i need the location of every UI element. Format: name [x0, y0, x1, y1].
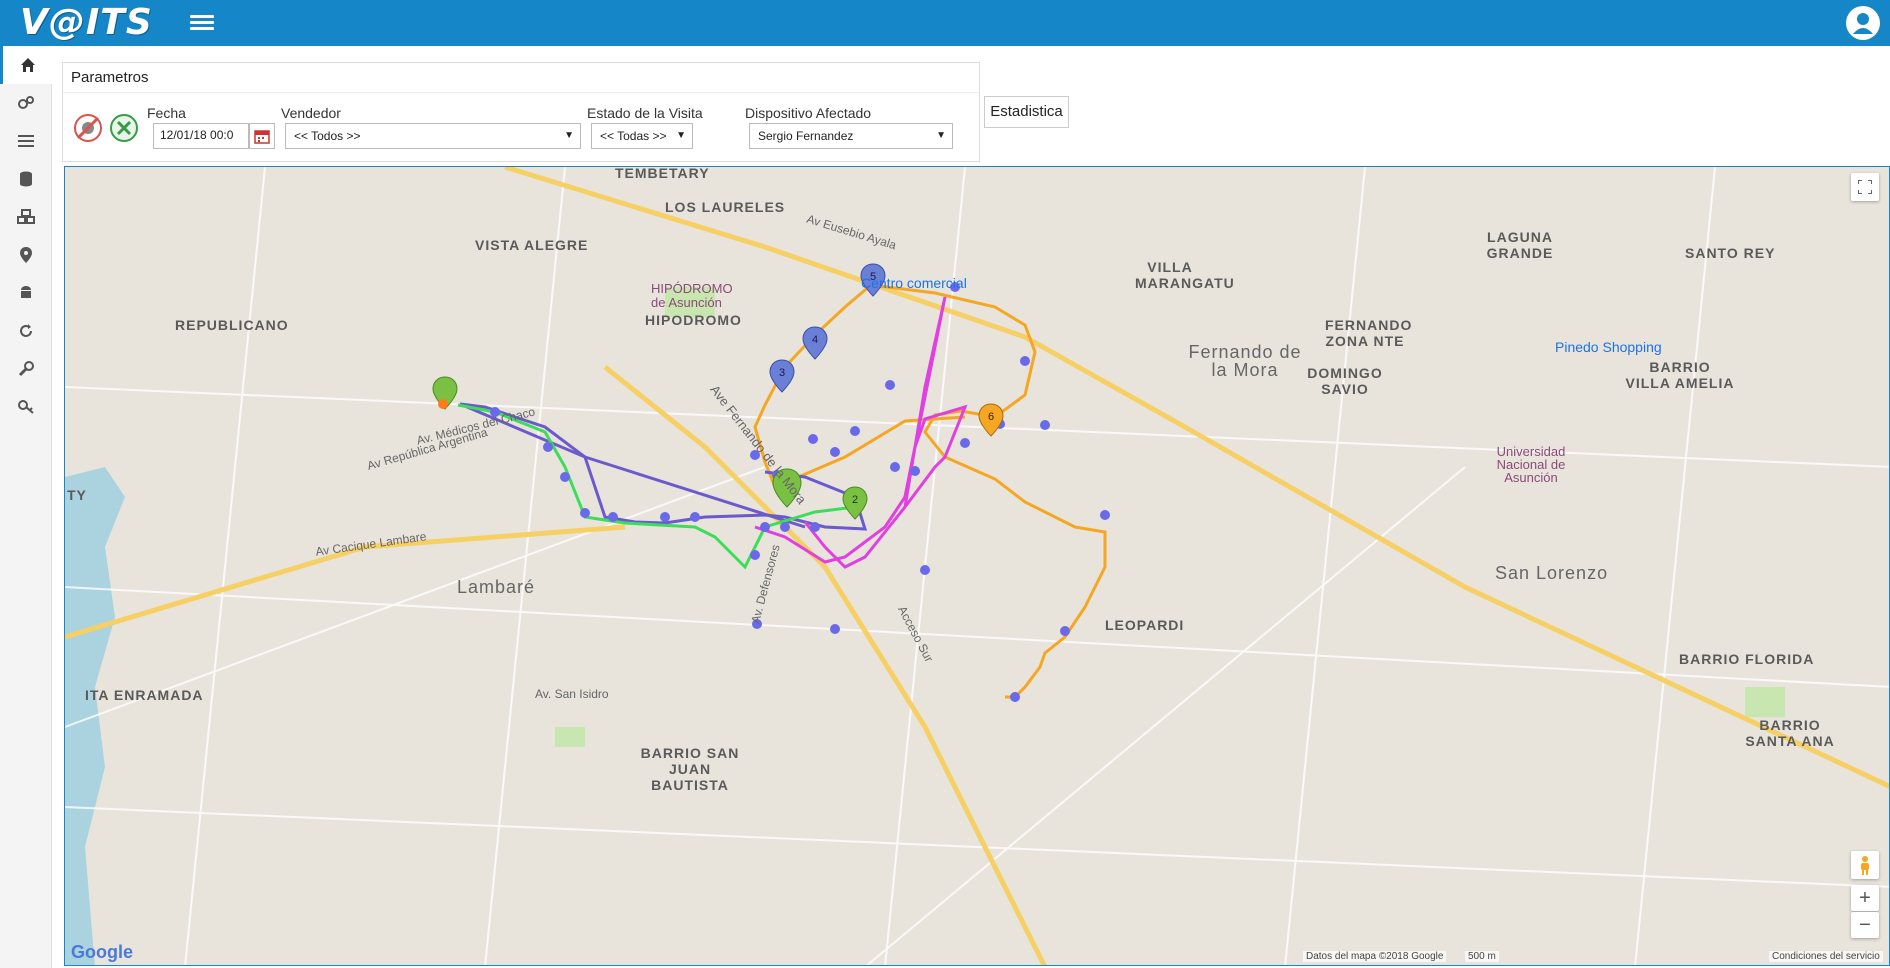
- map-marker-icon: [20, 247, 32, 263]
- panel-title: Parametros: [63, 63, 979, 93]
- caret-down-icon: ▼: [936, 130, 946, 141]
- key-icon: [18, 400, 34, 414]
- top-bar: V@ITS: [0, 0, 1890, 46]
- marker-3-label: 3: [779, 367, 785, 379]
- fullscreen-button[interactable]: [1851, 173, 1879, 201]
- sidebar-item-sync[interactable]: [0, 312, 52, 350]
- map-label-fernando-de-la-mora: Fernando de la Mora: [1188, 342, 1302, 380]
- excel-icon: [110, 114, 138, 142]
- sidebar-item-location[interactable]: [0, 236, 52, 274]
- dispositivo-value: Sergio Fernandez: [758, 129, 854, 143]
- map-label-vista-alegre: VISTA ALEGRE: [475, 237, 589, 253]
- app-logo[interactable]: V@ITS: [20, 0, 153, 46]
- map-label-barrio-florida: BARRIO FLORIDA: [1679, 651, 1815, 667]
- list-icon: [18, 135, 34, 147]
- dispositivo-label: Dispositivo Afectado: [745, 105, 872, 121]
- parameters-panel: Parametros Fecha 12/01/18 00:0 Vendedor …: [62, 62, 980, 162]
- fecha-label: Fecha: [147, 105, 186, 121]
- map-label-los-laureles: LOS LAURELES: [665, 199, 786, 215]
- marker-4-label: 4: [812, 334, 818, 346]
- estado-select[interactable]: << Todas >> ▼: [591, 123, 693, 149]
- calendar-button[interactable]: [249, 123, 275, 149]
- statistics-button[interactable]: Estadistica: [984, 96, 1069, 128]
- map-label-centro-comercial: Centro comercial: [861, 275, 967, 291]
- map-label-santo-rey: SANTO REY: [1685, 245, 1776, 261]
- map-label-hipodromo: HIPODROMO: [645, 312, 742, 328]
- android-icon: [21, 286, 31, 298]
- sidebar-item-home[interactable]: [0, 46, 52, 84]
- map-label-ty: TY: [67, 487, 87, 503]
- sidebar-item-android[interactable]: [0, 274, 52, 312]
- map-label-san-lorenzo: San Lorenzo: [1495, 563, 1609, 583]
- map-label-av-san-isidro: Av. San Isidro: [535, 687, 609, 701]
- sidebar: [0, 46, 52, 968]
- map-label-domingo-savio: DOMINGO SAVIO: [1307, 365, 1383, 397]
- excel-export-button[interactable]: [109, 113, 139, 143]
- zoom-out-button[interactable]: −: [1851, 912, 1879, 938]
- map-label-villa-marangatu: VILLA MARANGATU: [1135, 259, 1235, 291]
- vendedor-value: << Todos >>: [294, 129, 361, 143]
- marker-6-label: 6: [988, 411, 994, 423]
- estado-value: << Todas >>: [600, 129, 667, 143]
- zoom-in-button[interactable]: +: [1851, 885, 1879, 911]
- fullscreen-icon: [1858, 180, 1872, 194]
- sidebar-item-list[interactable]: [0, 122, 52, 160]
- menu-toggle-icon[interactable]: [190, 12, 214, 34]
- map-label-laguna-grande: LAGUNA GRANDE: [1486, 229, 1554, 261]
- estado-label: Estado de la Visita: [587, 105, 703, 121]
- fecha-input[interactable]: 12/01/18 00:0: [153, 123, 249, 149]
- pegman-icon: [1861, 856, 1869, 875]
- map-label-republicano: REPUBLICANO: [175, 317, 289, 333]
- filter-clear-button[interactable]: [73, 113, 103, 143]
- map-label-barrio-san-juan: BARRIO SAN JUAN BAUTISTA: [640, 745, 740, 793]
- home-icon: [20, 58, 35, 72]
- marker-2-label: 2: [852, 494, 858, 506]
- vendedor-label: Vendedor: [281, 105, 341, 121]
- street-view-pegman[interactable]: [1851, 851, 1879, 879]
- user-icon[interactable]: [1846, 6, 1880, 40]
- sidebar-item-tools[interactable]: [0, 350, 52, 388]
- map-label-fernando-zona-nte: FERNANDO ZONA NTE: [1325, 317, 1413, 349]
- map-label-ita-enramada: ITA ENRAMADA: [85, 687, 204, 703]
- calendar-icon: [254, 130, 270, 144]
- map-label-barrio-santa-ana: BARRIO SANTA ANA: [1745, 717, 1835, 749]
- dispositivo-select[interactable]: Sergio Fernandez ▼: [749, 123, 953, 149]
- map-label-leopardi: LEOPARDI: [1105, 617, 1185, 633]
- sidebar-item-database[interactable]: [0, 160, 52, 198]
- sidebar-item-cubes[interactable]: [0, 198, 52, 236]
- map-label-tembetary: TEMBETARY: [615, 166, 710, 181]
- google-logo: Google: [71, 942, 133, 962]
- map-view[interactable]: 5 4 3 6 2 TEMBETARY LOS LAURELES VISTA A…: [64, 166, 1890, 966]
- map-label-hipodromo-poi: HIPÓDROMO de Asunción: [651, 281, 733, 310]
- gears-icon: [18, 96, 34, 109]
- map-terms-link[interactable]: Condiciones del servicio: [1769, 951, 1883, 962]
- map-label-barrio-villa-amelia: BARRIO VILLA AMELIA: [1625, 359, 1735, 391]
- map-scale[interactable]: 500 m: [1465, 951, 1499, 962]
- database-icon: [20, 171, 32, 187]
- map-label-pinedo-shopping: Pinedo Shopping: [1555, 339, 1662, 355]
- refresh-icon: [20, 324, 32, 337]
- map-label-universidad: Universidad Nacional de Asunción: [1496, 444, 1566, 485]
- caret-down-icon: ▼: [564, 130, 574, 141]
- sidebar-item-settings[interactable]: [0, 84, 52, 122]
- map-data-credit[interactable]: Datos del mapa ©2018 Google: [1303, 951, 1447, 962]
- map-canvas: 5 4 3 6 2: [65, 167, 1889, 965]
- sidebar-item-keys[interactable]: [0, 388, 52, 426]
- map-label-lambare: Lambaré: [457, 577, 536, 597]
- caret-down-icon: ▼: [676, 130, 686, 141]
- no-filter-icon: [74, 114, 102, 142]
- wrench-icon: [18, 361, 34, 377]
- vendedor-select[interactable]: << Todos >> ▼: [285, 123, 581, 149]
- cubes-icon: [17, 209, 35, 224]
